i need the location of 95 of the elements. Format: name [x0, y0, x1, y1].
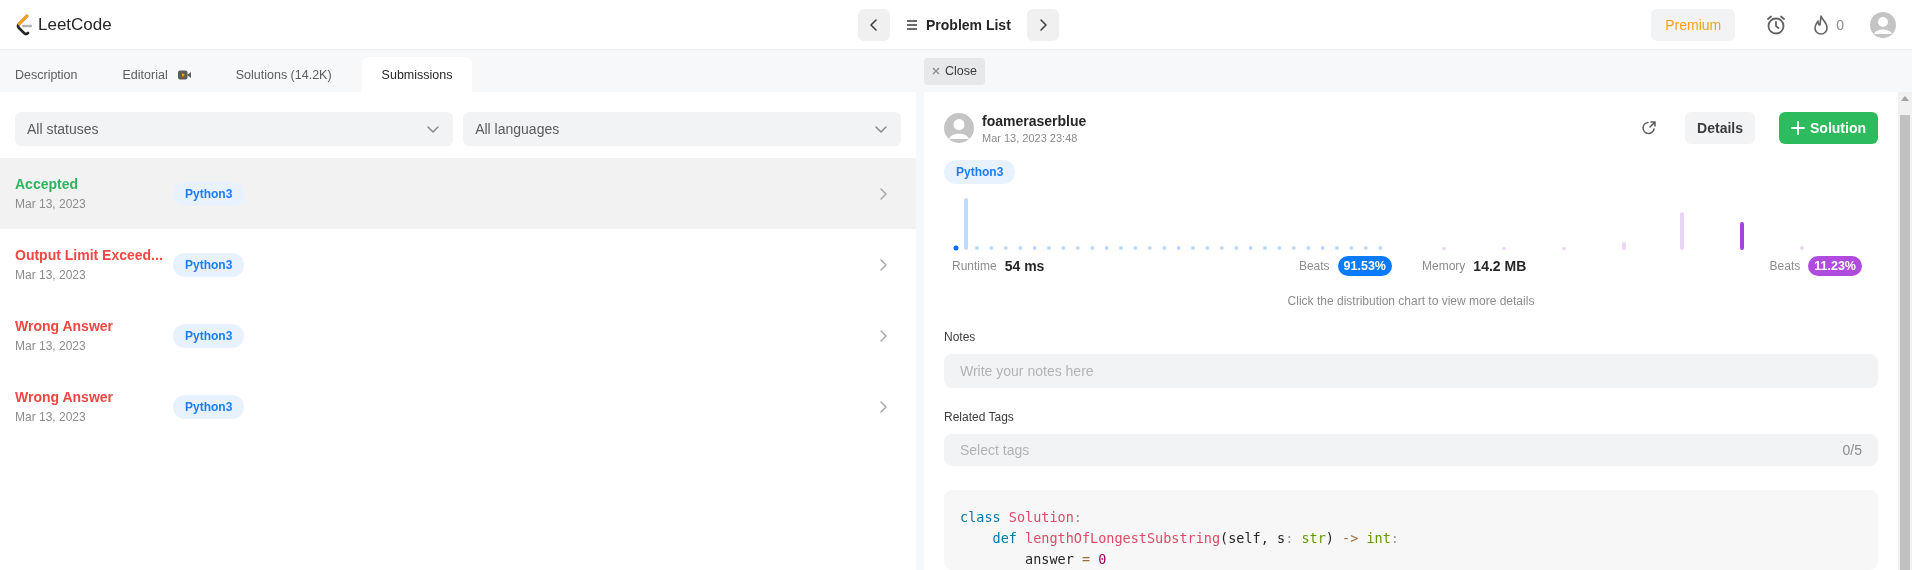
language-tag: Python3 [173, 181, 245, 206]
share-icon[interactable] [1641, 120, 1658, 136]
distribution-bar[interactable] [1740, 222, 1744, 250]
language-tag: Python3 [173, 394, 245, 419]
distribution-dot[interactable] [953, 245, 959, 251]
distribution-dot[interactable] [1349, 246, 1354, 250]
submission-date: Mar 13, 2023 [15, 197, 87, 211]
tab[interactable]: Editorial [107, 57, 206, 92]
distribution-dot[interactable] [1291, 246, 1296, 250]
streak-count: 0 [1836, 16, 1844, 33]
avatar-icon[interactable] [1870, 11, 1896, 38]
distribution-dot[interactable] [1335, 246, 1339, 250]
distribution-bar[interactable] [1502, 247, 1506, 250]
distribution-dot[interactable] [1090, 246, 1095, 250]
submission-date: Mar 13, 2023 [15, 339, 87, 353]
close-button[interactable]: Close [924, 57, 985, 85]
distribution-dot[interactable] [1320, 246, 1325, 250]
stat-value: 54 ms [1004, 258, 1045, 274]
submission-date: Mar 13, 2023 [15, 268, 87, 282]
distribution-dot[interactable] [1061, 246, 1066, 250]
submission-row[interactable]: Wrong Answer Mar 13, 2023 Python3 [0, 371, 917, 442]
distribution-dot[interactable] [1263, 246, 1267, 250]
submission-status: Accepted [15, 176, 80, 192]
distribution-dot[interactable] [1133, 246, 1138, 250]
distribution-dot[interactable] [1277, 246, 1282, 250]
submission-row[interactable]: Output Limit Exceed... Mar 13, 2023 Python3 [0, 229, 917, 300]
logo-icon[interactable] [16, 13, 34, 36]
distribution-dot[interactable] [989, 246, 994, 250]
submission-status: Wrong Answer [15, 318, 114, 334]
submission-date: Mar 13, 2023 [15, 410, 87, 424]
distribution-dot[interactable] [975, 246, 979, 250]
distribution-bar[interactable] [1680, 212, 1684, 250]
distribution-dot[interactable] [1176, 246, 1181, 250]
close-icon [932, 67, 940, 75]
list-icon [906, 18, 918, 31]
beats-percentage: 11.23% [1808, 256, 1862, 276]
distribution-dot[interactable] [1162, 246, 1167, 250]
next-button[interactable] [1026, 8, 1059, 41]
tab[interactable]: Solutions (14.2K) [220, 57, 347, 92]
stat-label: Runtime [952, 259, 997, 273]
details-button[interactable]: Details [1685, 112, 1755, 144]
distribution-dot[interactable] [1378, 246, 1383, 250]
chart-hint: Click the distribution chart to view more details [1286, 294, 1536, 308]
distribution-dot[interactable] [1191, 246, 1195, 250]
plus-icon [1791, 121, 1805, 135]
language-tag: Python3 [173, 323, 245, 348]
distribution-dot[interactable] [1234, 246, 1239, 250]
alarm-clock-icon[interactable] [1765, 13, 1788, 36]
avatar-icon [944, 113, 974, 143]
notes-field[interactable]: Write your notes here [944, 354, 1878, 388]
beats-percentage: 91.53% [1337, 256, 1392, 276]
distribution-dot[interactable] [1032, 246, 1037, 250]
stat-value: 14.2 MB [1473, 258, 1527, 274]
distribution-bar[interactable] [1800, 246, 1804, 250]
distribution-bar[interactable] [1622, 242, 1626, 250]
distribution-dot[interactable] [1205, 246, 1210, 250]
flame-icon[interactable] [1813, 14, 1830, 35]
stat-label: Memory [1422, 259, 1466, 273]
problem-list-button[interactable]: Problem List [902, 16, 1015, 33]
distribution-dot[interactable] [1248, 246, 1253, 250]
distribution-dot[interactable] [1363, 246, 1368, 250]
distribution-dot[interactable] [1047, 246, 1051, 250]
submission-row[interactable]: Wrong Answer Mar 13, 2023 Python3 [0, 300, 917, 371]
distribution-dot[interactable] [1075, 246, 1080, 250]
code-line: def lengthOfLongestSubstring(self, s: str) -> int: [991, 529, 1400, 548]
previous-button[interactable] [858, 8, 890, 41]
submission-row[interactable]: Accepted Mar 13, 2023 Python3 [0, 158, 917, 229]
logo-text[interactable]: LeetCode [38, 14, 112, 35]
tab[interactable]: Submissions [361, 57, 473, 92]
code-line: answer = 0 [1024, 550, 1108, 569]
submission-status: Wrong Answer [15, 389, 114, 405]
beats-label: Beats [1769, 259, 1801, 273]
distribution-bar[interactable] [1442, 247, 1446, 250]
language-tag: Python3 [944, 160, 1016, 184]
beats-label: Beats [1298, 259, 1330, 273]
code-line: class Solution: [960, 508, 1083, 527]
notes-label: Notes [944, 330, 977, 344]
filter-dropdown[interactable]: All statuses [15, 112, 454, 146]
video-icon [177, 69, 191, 80]
language-tag: Python3 [173, 252, 245, 277]
distribution-dot[interactable] [1147, 246, 1152, 250]
submission-time: Mar 13, 2023 23:48 [982, 131, 1079, 144]
tags-label: Related Tags [944, 409, 1015, 424]
user-name: foameraserblue [982, 112, 1088, 129]
filter-dropdown[interactable]: All languages [463, 112, 902, 146]
distribution-dot[interactable] [1219, 246, 1224, 250]
distribution-dot[interactable] [1306, 246, 1311, 250]
submission-status: Output Limit Exceed... [15, 247, 164, 263]
distribution-bar[interactable] [1562, 247, 1566, 250]
tab[interactable]: Description [0, 57, 93, 92]
scrollbar[interactable] [1898, 92, 1912, 570]
distribution-dot[interactable] [1003, 246, 1008, 250]
distribution-dot[interactable] [1018, 246, 1023, 250]
distribution-dot[interactable] [1104, 246, 1109, 250]
distribution-dot[interactable] [1119, 246, 1123, 250]
